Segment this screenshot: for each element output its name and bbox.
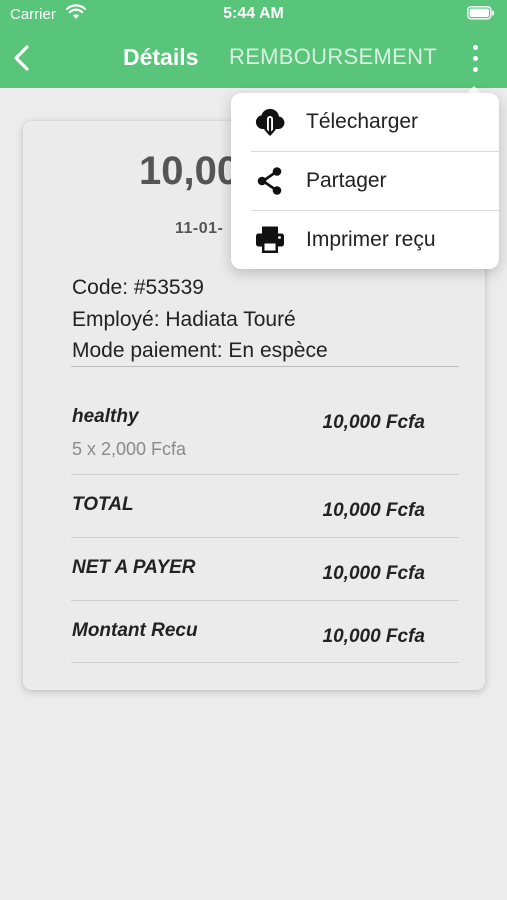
divider: [71, 662, 459, 663]
received-value: 10,000 Fcfa: [322, 626, 425, 647]
divider: [71, 600, 459, 601]
item-value: 10,000 Fcfa: [322, 412, 425, 433]
item-name: healthy: [72, 406, 139, 427]
receipt-amount: 10,00: [139, 149, 240, 193]
tab-details[interactable]: Détails: [123, 44, 198, 71]
print-icon: [253, 225, 287, 255]
item-detail: 5 x 2,000 Fcfa: [72, 439, 187, 459]
net-value: 10,000 Fcfa: [322, 563, 425, 584]
app-bar: Carrier 5:44 AM Détails REMBOURSEMENT: [0, 0, 507, 88]
menu-item-label: Partager: [306, 169, 387, 192]
divider: [71, 474, 459, 475]
back-arrow-icon[interactable]: [10, 42, 34, 74]
divider: [71, 537, 459, 538]
more-vert-icon[interactable]: [464, 42, 486, 76]
menu-item-download[interactable]: Télecharger: [231, 93, 499, 152]
total-value: 10,000 Fcfa: [322, 500, 425, 521]
receipt-employee: Employé: Hadiata Touré: [72, 308, 296, 331]
divider: [71, 366, 459, 367]
menu-item-label: Imprimer reçu: [306, 228, 436, 251]
menu-item-label: Télecharger: [306, 110, 419, 133]
total-label: TOTAL: [72, 494, 134, 515]
menu-item-share[interactable]: Partager: [231, 152, 499, 211]
receipt-date: 11-01-: [175, 220, 224, 237]
nav-bar: Détails REMBOURSEMENT: [0, 32, 507, 84]
share-icon: [253, 166, 287, 196]
receipt-code: Code: #53539: [72, 276, 204, 299]
cloud-download-icon: [253, 107, 287, 137]
status-bar: Carrier 5:44 AM: [0, 0, 507, 30]
battery-icon: [467, 6, 495, 25]
net-label: NET A PAYER: [72, 557, 196, 578]
tab-refund[interactable]: REMBOURSEMENT: [229, 44, 437, 70]
receipt-payment-mode: Mode paiement: En espèce: [72, 339, 328, 362]
menu-item-print[interactable]: Imprimer reçu: [231, 211, 499, 270]
options-menu: Télecharger Partager Imprimer reçu: [231, 93, 499, 269]
status-time: 5:44 AM: [223, 5, 284, 22]
received-label: Montant Recu: [72, 620, 198, 641]
